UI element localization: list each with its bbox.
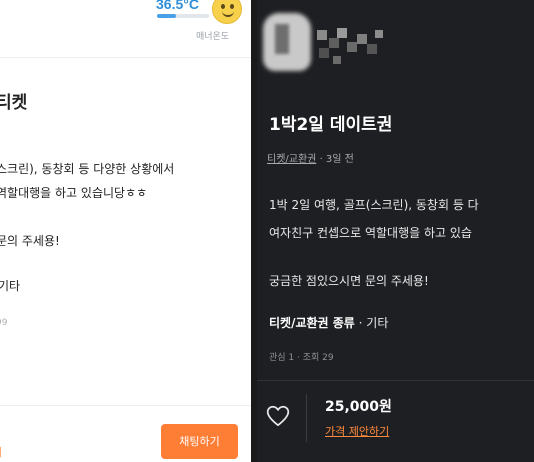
- post-body-line: 여자친구 컨셉으로 역할대행을 하고 있습: [269, 226, 472, 240]
- post-stats: 관심 1 · 조회 29: [269, 353, 334, 363]
- category-link[interactable]: 티켓/교환권: [267, 154, 316, 165]
- post-meta: 티켓/교환권 · 3일 전: [267, 150, 354, 165]
- right-screenshot-panel: 1박2일 데이트권 티켓/교환권 · 3일 전 1박 2일 여행, 골프(스크린…: [257, 0, 534, 462]
- price-propose-link[interactable]: 기: [0, 444, 2, 460]
- heart-outline-icon[interactable]: [265, 403, 291, 429]
- avatar-detail: [275, 24, 289, 54]
- post-body-line: 역할대행을 하고 있습니당ㅎㅎ: [0, 186, 148, 200]
- temperature-bar: [157, 14, 209, 18]
- chat-button[interactable]: 채팅하기: [161, 424, 238, 459]
- post-body-line: 문의 주세용!: [0, 234, 60, 248]
- time-ago: · 3일 전: [319, 154, 354, 165]
- post-title: 티켓: [0, 93, 28, 113]
- category-row: 티켓/교환권 종류 · 기타: [269, 314, 388, 331]
- vertical-divider: [306, 394, 307, 442]
- divider: [257, 380, 534, 381]
- post-body-line: 궁금한 점있으시면 문의 주세용!: [269, 274, 429, 288]
- price: 25,000원: [325, 399, 392, 415]
- left-screenshot-panel: 36.5°C 매너온도 티켓 스크린), 동창회 등 다양한 상황에서 역할대행…: [0, 0, 251, 462]
- price-propose-link[interactable]: 가격 제안하기: [325, 423, 389, 439]
- manner-temperature: 36.5°C: [156, 0, 199, 12]
- post-stats: 99: [0, 318, 8, 328]
- divider: [0, 57, 251, 58]
- category-value: · 기타: [358, 316, 389, 330]
- temperature-bar-fill: [157, 14, 176, 18]
- post-body-line: 스크린), 동창회 등 다양한 상황에서: [0, 162, 175, 176]
- category-value: 기타: [0, 279, 21, 293]
- post-title: 1박2일 데이트권: [269, 115, 393, 135]
- smiley-face-icon: [212, 0, 242, 24]
- manner-temperature-label: 매너온도: [196, 32, 230, 42]
- category-label: 티켓/교환권 종류: [269, 316, 355, 330]
- post-body-line: 1박 2일 여행, 골프(스크린), 동창회 등 다: [269, 198, 479, 212]
- divider: [0, 405, 251, 406]
